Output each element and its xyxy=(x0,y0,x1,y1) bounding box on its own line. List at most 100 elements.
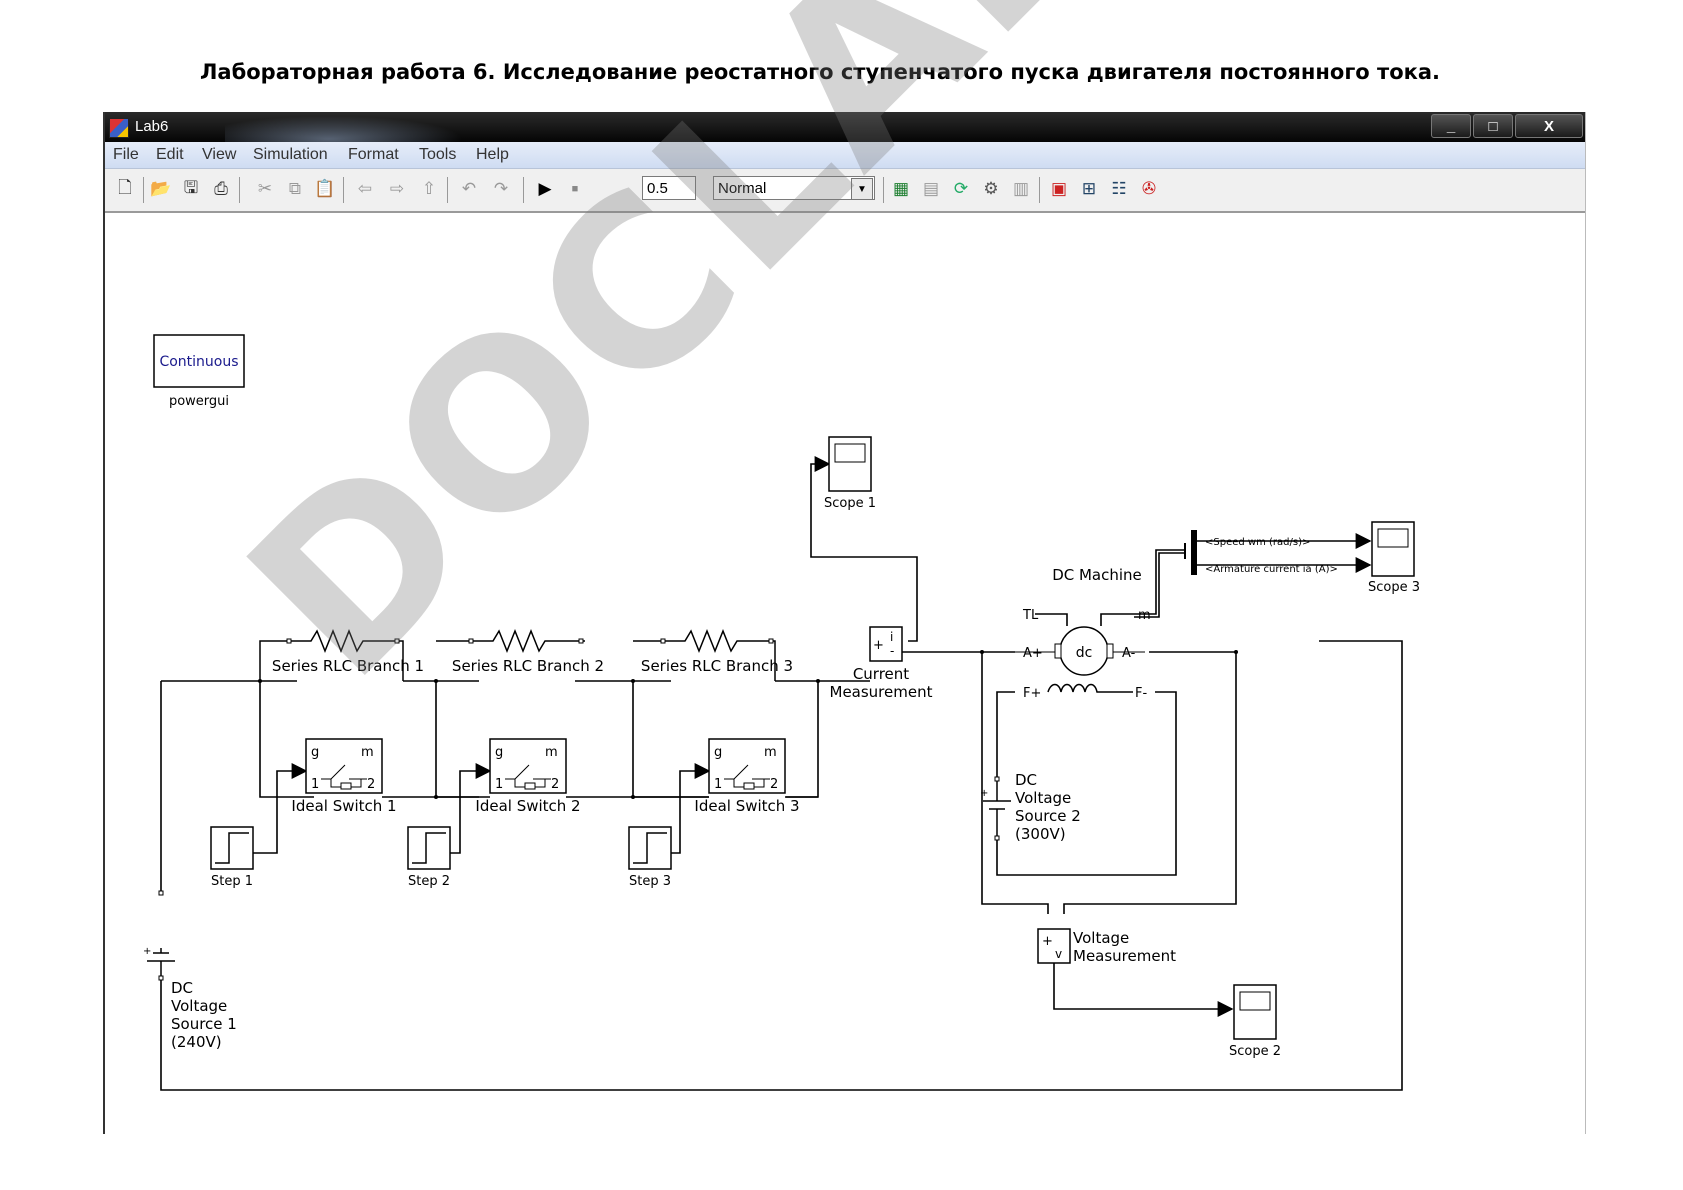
print-icon[interactable]: ⎙ xyxy=(211,179,231,199)
menu-edit[interactable]: Edit xyxy=(156,146,184,164)
powergui-block[interactable]: Continuous powergui xyxy=(153,334,245,409)
ideal-switch-2-block[interactable]: g m 1 2 xyxy=(489,738,567,794)
simulink-window: Lab6 _ □ X File Edit View Simulation For… xyxy=(103,112,1586,1134)
open-icon[interactable]: 📂 xyxy=(150,179,171,199)
bus-signal-speed: <Speed wm (rad/s)> xyxy=(1205,537,1310,548)
svg-text:+: + xyxy=(1042,934,1053,949)
ideal-switch-3-block[interactable]: g m 1 2 xyxy=(708,738,786,794)
copy-icon[interactable]: ⧉ xyxy=(285,179,305,199)
block-diagram: <Speed wm (rad/s)> <Armature current ia … xyxy=(143,334,1420,1091)
dc-source-1-label-2: Voltage xyxy=(171,997,227,1015)
svg-text:g: g xyxy=(311,745,319,760)
dc-source-2-label-1: DC xyxy=(1015,771,1037,789)
cut-icon[interactable]: ✂ xyxy=(255,179,275,199)
start-icon[interactable]: ▶ xyxy=(535,179,555,199)
simulation-mode-select[interactable]: Normal ▼ xyxy=(713,176,875,200)
rlc-branch-1-label: Series RLC Branch 1 xyxy=(272,657,424,675)
minimize-button[interactable]: _ xyxy=(1431,114,1471,138)
svg-text:F+: F+ xyxy=(1023,686,1041,701)
ideal-switch-1-block[interactable]: g m 1 2 xyxy=(305,738,383,794)
chevron-down-icon[interactable]: ▼ xyxy=(851,178,873,200)
dc-source-2-label-4: (300V) xyxy=(1015,825,1066,843)
document-title: Лабораторная работа 6. Исследование реос… xyxy=(199,60,1441,84)
title-bar[interactable]: Lab6 _ □ X xyxy=(105,112,1585,142)
library-icon[interactable]: ▦ xyxy=(891,179,911,199)
powergui-text: Continuous xyxy=(159,354,238,370)
dc-source-2-label-2: Voltage xyxy=(1015,789,1071,807)
save-icon[interactable]: 🖫 xyxy=(181,178,201,199)
svg-text:A-: A- xyxy=(1122,646,1136,661)
model-canvas[interactable]: <Speed wm (rad/s)> <Armature current ia … xyxy=(105,213,1585,1134)
update-icon[interactable]: ⟳ xyxy=(951,179,971,199)
scope-2-block[interactable] xyxy=(1233,984,1277,1040)
simulation-mode-value: Normal xyxy=(718,180,767,197)
menu-bar: File Edit View Simulation Format Tools H… xyxy=(105,142,1585,169)
svg-text:m: m xyxy=(764,745,777,760)
restore-button[interactable]: □ xyxy=(1473,114,1513,138)
toolbar: 🗋 📂 🖫 ⎙ ✂ ⧉ 📋 ⇦ ⇨ ⇧ ↶ ↷ ▶ ■ Normal ▼ ▦ ▤… xyxy=(105,169,1585,213)
svg-text:+: + xyxy=(873,638,884,653)
svg-text:m: m xyxy=(361,745,374,760)
dc-machine-block[interactable]: TL m dc A+ A- F+ F- xyxy=(1015,608,1151,701)
m-port-label: m xyxy=(1138,608,1151,623)
voltage-measurement-block[interactable]: + v xyxy=(1037,928,1071,964)
current-measurement-label-1: Current xyxy=(853,665,909,683)
voltage-measurement-label-2: Measurement xyxy=(1073,947,1176,965)
powergui-label: powergui xyxy=(169,394,229,409)
blocks-icon[interactable]: ▣ xyxy=(1049,179,1069,199)
ideal-switch-3-label: Ideal Switch 3 xyxy=(694,797,799,815)
new-icon[interactable]: 🗋 xyxy=(115,178,135,199)
undo-icon[interactable]: ↶ xyxy=(459,179,479,199)
step-3-block[interactable] xyxy=(628,826,672,870)
dc-source-1-label-1: DC xyxy=(171,979,193,997)
up-icon[interactable]: ⇧ xyxy=(419,179,439,199)
scope-1-label: Scope 1 xyxy=(824,496,876,511)
tl-port-label: TL xyxy=(1022,608,1039,623)
step-3-label: Step 3 xyxy=(629,874,671,889)
menu-help[interactable]: Help xyxy=(476,146,509,164)
rlc-branch-2-label: Series RLC Branch 2 xyxy=(452,657,604,675)
stop-time-input[interactable] xyxy=(642,176,696,200)
dc-voltage-source-2-block[interactable]: + xyxy=(980,776,1011,841)
properties-icon[interactable]: ☷ xyxy=(1109,179,1129,199)
svg-text:+: + xyxy=(980,788,988,799)
menu-view[interactable]: View xyxy=(202,146,236,164)
build-icon[interactable]: ⚙ xyxy=(981,179,1001,199)
close-button[interactable]: X xyxy=(1515,114,1583,138)
svg-text:g: g xyxy=(714,745,722,760)
dc-source-1-label-3: Source 1 xyxy=(171,1015,237,1033)
svg-text:-: - xyxy=(890,644,894,658)
stop-icon[interactable]: ■ xyxy=(565,179,585,199)
menu-simulation[interactable]: Simulation xyxy=(253,146,328,164)
dc-machine-label: DC Machine xyxy=(1052,566,1142,584)
svg-text:1: 1 xyxy=(311,777,319,792)
step-1-label: Step 1 xyxy=(211,874,253,889)
dc-source-1-label-4: (240V) xyxy=(171,1033,222,1051)
step-2-block[interactable] xyxy=(407,826,451,870)
scope-3-block[interactable] xyxy=(1371,521,1415,577)
step-1-block[interactable] xyxy=(210,826,254,870)
scope-1-block[interactable] xyxy=(828,436,872,492)
window-title: Lab6 xyxy=(135,118,169,135)
rlc-branch-3-label: Series RLC Branch 3 xyxy=(641,657,793,675)
redo-icon[interactable]: ↷ xyxy=(491,179,511,199)
dc-source-2-label-3: Source 2 xyxy=(1015,807,1081,825)
advisor-icon[interactable]: ✇ xyxy=(1139,179,1159,199)
scope-3-label: Scope 3 xyxy=(1368,580,1420,595)
current-measurement-label-2: Measurement xyxy=(830,683,933,701)
svg-text:1: 1 xyxy=(495,777,503,792)
paste-icon[interactable]: 📋 xyxy=(314,179,335,199)
explorer-icon[interactable]: ⊞ xyxy=(1079,179,1099,199)
menu-tools[interactable]: Tools xyxy=(419,146,456,164)
menu-format[interactable]: Format xyxy=(348,146,399,164)
menu-file[interactable]: File xyxy=(113,146,139,164)
scope-2-label: Scope 2 xyxy=(1229,1044,1281,1059)
back-icon[interactable]: ⇦ xyxy=(355,179,375,199)
forward-icon[interactable]: ⇨ xyxy=(387,179,407,199)
dc-voltage-source-1-block[interactable]: + xyxy=(143,890,175,981)
ideal-switch-1-label: Ideal Switch 1 xyxy=(291,797,396,815)
current-measurement-block[interactable]: + i - xyxy=(869,626,903,662)
bus-selector-block[interactable] xyxy=(1191,530,1197,575)
model-explorer-icon[interactable]: ▤ xyxy=(921,179,941,199)
debug-icon[interactable]: ▥ xyxy=(1011,179,1031,199)
